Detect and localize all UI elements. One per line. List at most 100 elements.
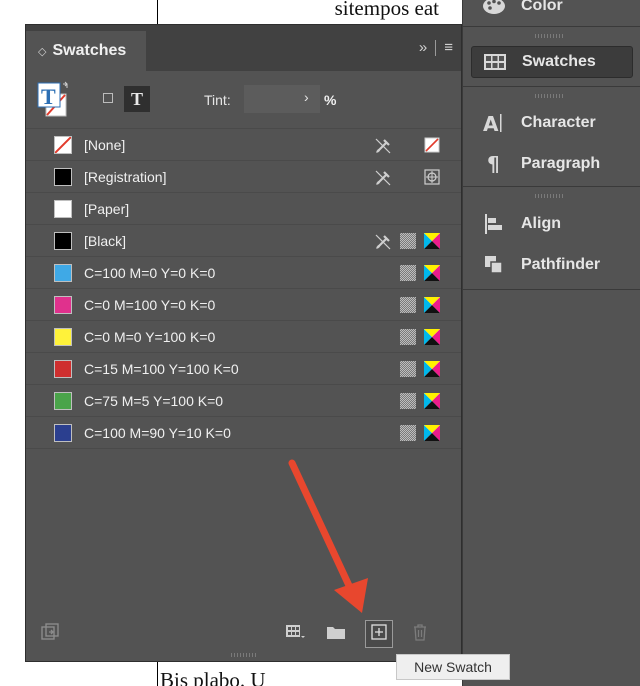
swatch-list: [None] [Registration] [Paper] [Black] C=100 … (26, 128, 461, 449)
panel-resize-grip[interactable] (231, 653, 257, 657)
screen: sitempos eat Bis plabo. U Color Swatches… (0, 0, 640, 686)
pilcrow-icon: ¶ (481, 153, 507, 175)
swatch-color-chip (54, 296, 72, 314)
panel-titlebar[interactable]: ◇ Swatches » ≡ (26, 25, 461, 71)
process-icon (400, 329, 416, 345)
collapse-panel-icon[interactable]: » (419, 39, 427, 56)
tab-collapse-icon[interactable]: ◇ (38, 45, 46, 58)
swatch-name: C=100 M=90 Y=10 K=0 (84, 425, 231, 441)
dock-item-label: Color (521, 0, 563, 14)
trash-icon (412, 623, 428, 646)
cmyk-icon (424, 361, 440, 377)
library-icon (41, 622, 59, 646)
dock-divider (463, 289, 640, 290)
cmyk-icon (424, 233, 440, 249)
swatch-name: C=75 M=5 Y=100 K=0 (84, 393, 224, 409)
delete-swatch-button[interactable] (406, 620, 434, 648)
tint-unit: % (324, 92, 337, 108)
swatch-name: C=0 M=100 Y=0 K=0 (84, 297, 216, 313)
swatch-color-chip (54, 424, 72, 442)
swatch-row[interactable]: C=100 M=0 Y=0 K=0 (26, 256, 461, 288)
process-icon (400, 233, 416, 249)
tint-label: Tint: (204, 92, 231, 108)
swatch-row[interactable]: [None] (26, 128, 461, 160)
character-icon: A (481, 112, 507, 134)
dock-divider (463, 26, 640, 27)
swatch-row[interactable]: C=0 M=0 Y=100 K=0 (26, 320, 461, 352)
tab-label: Swatches (52, 42, 127, 59)
swatch-name: C=0 M=0 Y=100 K=0 (84, 329, 216, 345)
swatch-row[interactable]: [Black] (26, 224, 461, 256)
dock-item-label: Swatches (522, 53, 596, 70)
show-swatch-kinds-button[interactable] (282, 620, 310, 648)
registration-icon (424, 169, 440, 185)
cmyk-icon (424, 297, 440, 313)
document-text-bottom[interactable]: Bis plabo. U (160, 668, 266, 686)
panel-menu-icon[interactable]: ≡ (444, 39, 453, 56)
swatch-name: [Registration] (84, 169, 167, 185)
dock-item-label: Character (521, 114, 596, 131)
dock-item-color[interactable]: Color (471, 0, 633, 22)
swatch-color-chip (54, 328, 72, 346)
panel-dock: Color Swatches A Character ¶ Paragraph A… (462, 0, 640, 686)
new-swatch-icon (371, 623, 387, 645)
no-edit-icon (374, 169, 391, 186)
swatches-grid-icon (482, 51, 508, 73)
swatch-kinds-icon (285, 623, 307, 646)
dock-item-swatches[interactable]: Swatches (471, 46, 633, 78)
tab-swatches[interactable]: ◇ Swatches (26, 31, 146, 71)
process-icon (400, 393, 416, 409)
swatch-name: [Black] (84, 233, 127, 249)
swatch-color-chip (54, 168, 72, 186)
swatch-color-chip (54, 200, 72, 218)
dock-item-label: Pathfinder (521, 256, 601, 273)
new-swatch-tooltip: New Swatch (396, 654, 510, 680)
swatch-name: C=100 M=0 Y=0 K=0 (84, 265, 216, 281)
swatch-color-chip (54, 232, 72, 250)
new-color-group-button[interactable] (322, 620, 350, 648)
new-swatch-button[interactable] (365, 620, 393, 648)
dock-grip[interactable] (535, 34, 565, 38)
titlebar-controls: » ≡ (419, 39, 453, 56)
dock-item-align[interactable]: Align (471, 208, 633, 240)
swatch-color-chip (54, 264, 72, 282)
dock-grip[interactable] (535, 94, 565, 98)
svg-text:¶: ¶ (487, 153, 500, 175)
process-icon (400, 425, 416, 441)
swatch-color-chip (54, 360, 72, 378)
dock-divider (463, 186, 640, 187)
dock-item-pathfinder[interactable]: Pathfinder (471, 249, 633, 281)
swatch-color-chip (54, 392, 72, 410)
swatch-name: [Paper] (84, 201, 130, 217)
dock-item-label: Paragraph (521, 155, 601, 172)
swatch-row[interactable]: [Registration] (26, 160, 461, 192)
show-in-cc-libraries-button[interactable] (36, 620, 64, 648)
swatch-color-chip (54, 136, 72, 154)
cmyk-icon (424, 393, 440, 409)
swatch-row[interactable]: [Paper] (26, 192, 461, 224)
swatch-row[interactable]: C=0 M=100 Y=0 K=0 (26, 288, 461, 320)
panel-bottom-bar (26, 616, 461, 652)
swatches-panel: ◇ Swatches » ≡ T T Tint: › % [None] [Reg… (25, 24, 462, 662)
dock-grip[interactable] (535, 194, 565, 198)
dock-item-character[interactable]: A Character (471, 107, 633, 139)
tint-slider-arrow-icon[interactable]: › (304, 89, 309, 105)
align-icon (481, 213, 507, 235)
dock-divider (463, 86, 640, 87)
fill-stroke-proxy[interactable]: T (37, 81, 71, 121)
titlebar-divider (435, 39, 437, 56)
process-icon (400, 265, 416, 281)
cmyk-icon (424, 265, 440, 281)
svg-text:T: T (41, 84, 56, 109)
pathfinder-icon (481, 254, 507, 276)
swatch-row[interactable]: C=100 M=90 Y=10 K=0 (26, 416, 461, 448)
document-text-top[interactable]: sitempos eat (335, 0, 439, 21)
folder-icon (326, 624, 346, 645)
swatch-row[interactable]: C=75 M=5 Y=100 K=0 (26, 384, 461, 416)
cmyk-icon (424, 329, 440, 345)
formatting-text-toggle[interactable]: T (124, 86, 150, 112)
formatting-container-toggle[interactable] (103, 93, 113, 103)
dock-item-label: Align (521, 215, 561, 232)
swatch-row[interactable]: C=15 M=100 Y=100 K=0 (26, 352, 461, 384)
dock-item-paragraph[interactable]: ¶ Paragraph (471, 148, 633, 180)
